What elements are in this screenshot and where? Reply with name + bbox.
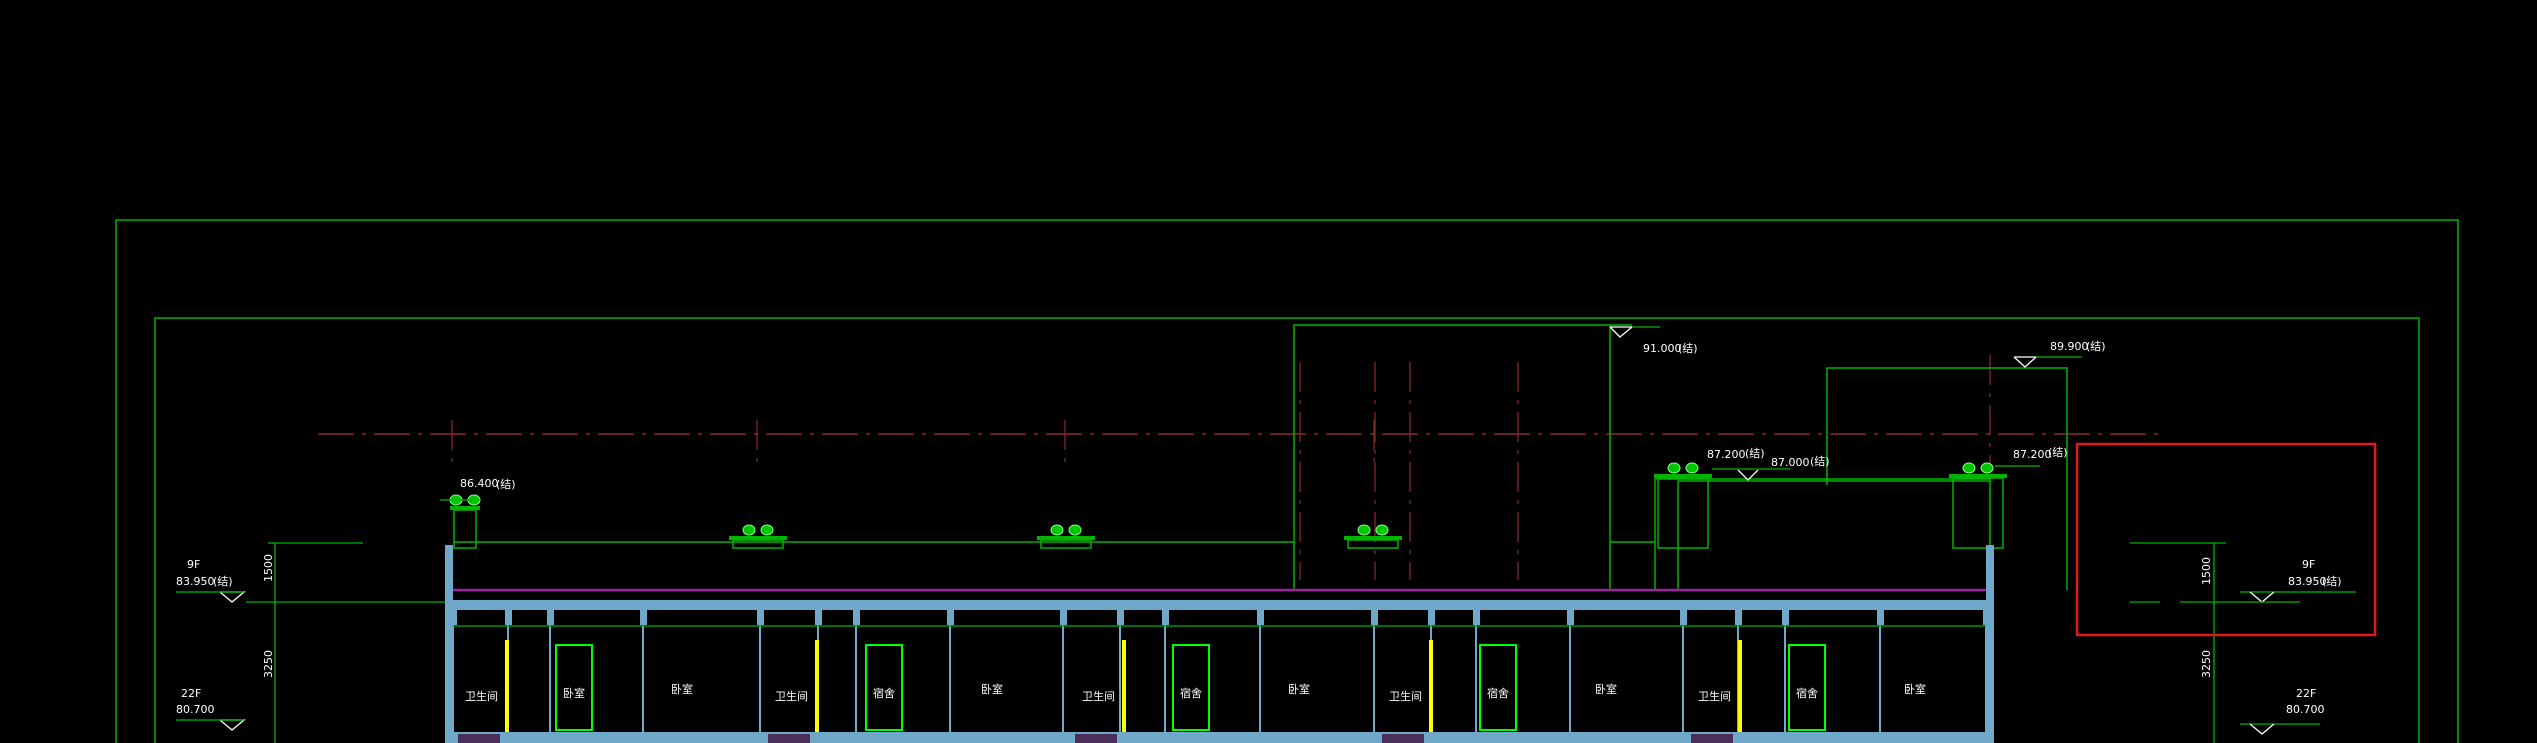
- room-unit: 卫生间 卧室 卧室: [458, 640, 693, 743]
- level-tag-86400: (结): [496, 478, 516, 491]
- room-label-dorm: 宿舍: [1796, 686, 1818, 700]
- right-22f-label: 22F: [2296, 687, 2316, 700]
- room-label-bath: 卫生间: [465, 689, 498, 703]
- column: [757, 607, 764, 625]
- level-91000: 91.000: [1643, 342, 1682, 355]
- selection-highlight-box[interactable]: [2075, 442, 2377, 637]
- column: [853, 607, 860, 625]
- column: [450, 607, 457, 625]
- column: [1735, 607, 1742, 625]
- room-label-bedroom: 卧室: [1288, 682, 1310, 696]
- vent-cap-icon: [742, 524, 774, 536]
- roof-post: [1344, 524, 1402, 549]
- column: [1567, 607, 1574, 625]
- room-label-dorm: 宿舍: [1180, 686, 1202, 700]
- window-strip: [1429, 640, 1433, 732]
- window-strip: [1738, 640, 1742, 732]
- room-label-bedroom: 卧室: [1595, 682, 1617, 696]
- dim-right-1500: 1500: [2200, 557, 2213, 585]
- column: [815, 607, 822, 625]
- window-strip: [505, 640, 509, 732]
- column: [1473, 607, 1480, 625]
- tower-dashed-axes: [451, 355, 1991, 580]
- left-9f-value: 83.950: [176, 575, 215, 588]
- level-87000: 87.000: [1771, 456, 1810, 469]
- window-strip: [1122, 640, 1126, 732]
- level-87200-b: 87.200: [2013, 448, 2052, 461]
- column: [1983, 607, 1990, 625]
- room-label-dorm: 卧室: [563, 686, 585, 700]
- right-9f-tag: (结): [2322, 575, 2342, 588]
- room-label-bath: 卫生间: [1082, 689, 1115, 703]
- right-9f-label: 9F: [2302, 558, 2315, 571]
- left-9f-label: 9F: [187, 558, 200, 571]
- column: [1117, 607, 1124, 625]
- right-9f-value: 83.950: [2288, 575, 2327, 588]
- column: [505, 607, 512, 625]
- level-86400: 86.400: [460, 477, 499, 490]
- room-units: 卫生间 卧室 卧室卫生间 宿舍 卧室卫生间 宿舍 卧室卫生间 宿舍 卧室卫生间 宿舍 卧室: [458, 640, 1926, 743]
- right-22f-value: 80.700: [2286, 703, 2325, 716]
- window-strip: [815, 640, 819, 732]
- inner-frame: [154, 317, 2420, 743]
- room-label-bedroom: 卧室: [981, 682, 1003, 696]
- roof-post: [729, 524, 787, 549]
- level-tag-87000: (结): [1810, 455, 1830, 468]
- level-tag-89900: (结): [2086, 340, 2106, 353]
- room-unit: 卫生间 宿舍 卧室: [768, 640, 1003, 743]
- room-unit: 卫生间 宿舍 卧室: [1075, 640, 1310, 743]
- room-label-bedroom: 卧室: [671, 682, 693, 696]
- room-label-bath: 卫生间: [1389, 689, 1422, 703]
- room-label-bedroom: 卧室: [1904, 682, 1926, 696]
- column: [1428, 607, 1435, 625]
- vent-cap-icon: [1962, 462, 1994, 474]
- room-label-dorm: 宿舍: [873, 686, 895, 700]
- level-tag-87200-a: (结): [1745, 447, 1765, 460]
- left-22f-label: 22F: [181, 687, 201, 700]
- room-label-dorm: 宿舍: [1487, 686, 1509, 700]
- column: [547, 607, 554, 625]
- column: [1162, 607, 1169, 625]
- building-section: [445, 545, 1994, 743]
- dimension-texts: 1500 3250 1500 3250: [262, 554, 2213, 678]
- level-89900: 89.900: [2050, 340, 2089, 353]
- room-label-bath: 卫生间: [1698, 689, 1731, 703]
- level-tag-91000: (结): [1678, 342, 1698, 355]
- dim-left-1500: 1500: [262, 554, 275, 582]
- room-label-bath: 卫生间: [775, 689, 808, 703]
- dim-left-3250: 3250: [262, 650, 275, 678]
- vent-cap-icon: [1050, 524, 1082, 536]
- level-marks: [176, 326, 2356, 735]
- roof-post: [1949, 462, 2007, 549]
- column: [1680, 607, 1687, 625]
- level-texts: 86.400 (结) 91.000 (结) 89.900 (结) 87.200 …: [176, 340, 2342, 716]
- vent-cap-icon: [1667, 462, 1699, 474]
- column: [1060, 607, 1067, 625]
- level-tag-87200-b: (结): [2048, 446, 2068, 459]
- column: [1782, 607, 1789, 625]
- left-9f-tag: (结): [213, 575, 233, 588]
- level-87200-a: 87.200: [1707, 448, 1746, 461]
- room-unit: 卫生间 宿舍 卧室: [1382, 640, 1617, 743]
- column: [1371, 607, 1378, 625]
- column: [640, 607, 647, 625]
- cad-drawing-canvas[interactable]: 卫生间 卧室 卧室卫生间 宿舍 卧室卫生间 宿舍 卧室卫生间 宿舍 卧室卫生间 宿舍 卧室 86.4…: [0, 0, 2537, 743]
- roof-post: [1654, 462, 1712, 549]
- roof-posts: [449, 462, 2007, 549]
- roof-post: [1037, 524, 1095, 549]
- roof-post: [449, 494, 481, 549]
- column: [1877, 607, 1884, 625]
- dim-right-3250: 3250: [2200, 650, 2213, 678]
- column: [1257, 607, 1264, 625]
- left-22f-value: 80.700: [176, 703, 215, 716]
- column: [947, 607, 954, 625]
- room-unit: 卫生间 宿舍 卧室: [1691, 640, 1926, 743]
- vent-cap-icon: [1357, 524, 1389, 536]
